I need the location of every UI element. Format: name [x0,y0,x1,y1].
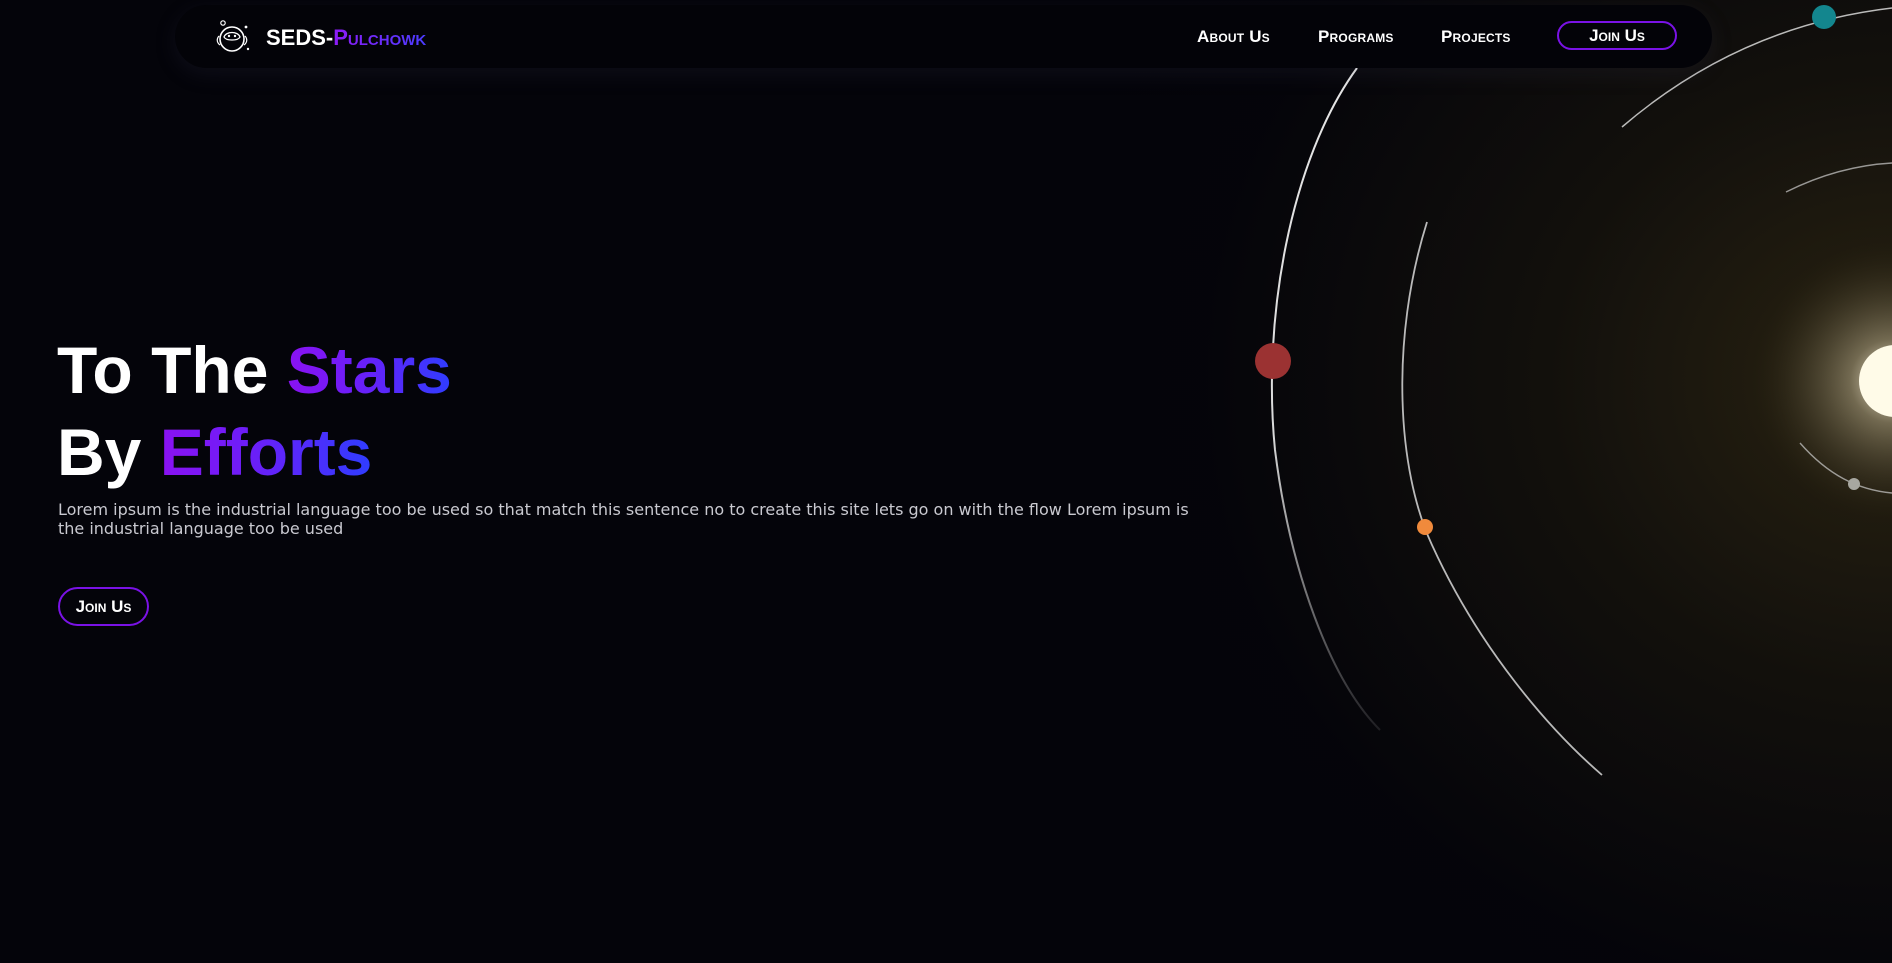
hero-join-us-button[interactable]: Join Us [58,587,149,626]
hero-title-line-1-accent: Stars [286,333,452,407]
hero-title-line-1: To The Stars [57,330,452,410]
brand-suffix: Pulchowk [333,25,427,50]
planet-red [1255,343,1291,379]
hero-title-line-2-plain: By [57,415,160,489]
nav-programs[interactable]: Programs [1318,27,1394,47]
hero-title-line-2-accent: Efforts [159,415,373,489]
planet-orange [1417,519,1433,535]
planet-teal [1812,5,1836,29]
hero-description: Lorem ipsum is the industrial language t… [58,500,1189,538]
orbit-small-upper [1785,162,1892,193]
brand-prefix: SEDS- [266,25,334,50]
brand-name[interactable]: SEDS-Pulchowk [266,26,426,50]
planet-grey [1848,478,1860,490]
nav-about-us[interactable]: About Us [1197,27,1270,47]
nav-projects[interactable]: Projects [1441,27,1511,47]
orbit-medium [1401,221,1603,776]
hero-title-line-1-plain: To The [57,333,287,407]
orbit-large [1270,67,1381,731]
astronaut-logo-icon[interactable] [213,18,253,56]
navbar: SEDS-Pulchowk About Us Programs Projects… [175,5,1712,68]
hero-title-line-2: By Efforts [57,412,372,492]
nav-join-us-button[interactable]: Join Us [1557,21,1677,50]
